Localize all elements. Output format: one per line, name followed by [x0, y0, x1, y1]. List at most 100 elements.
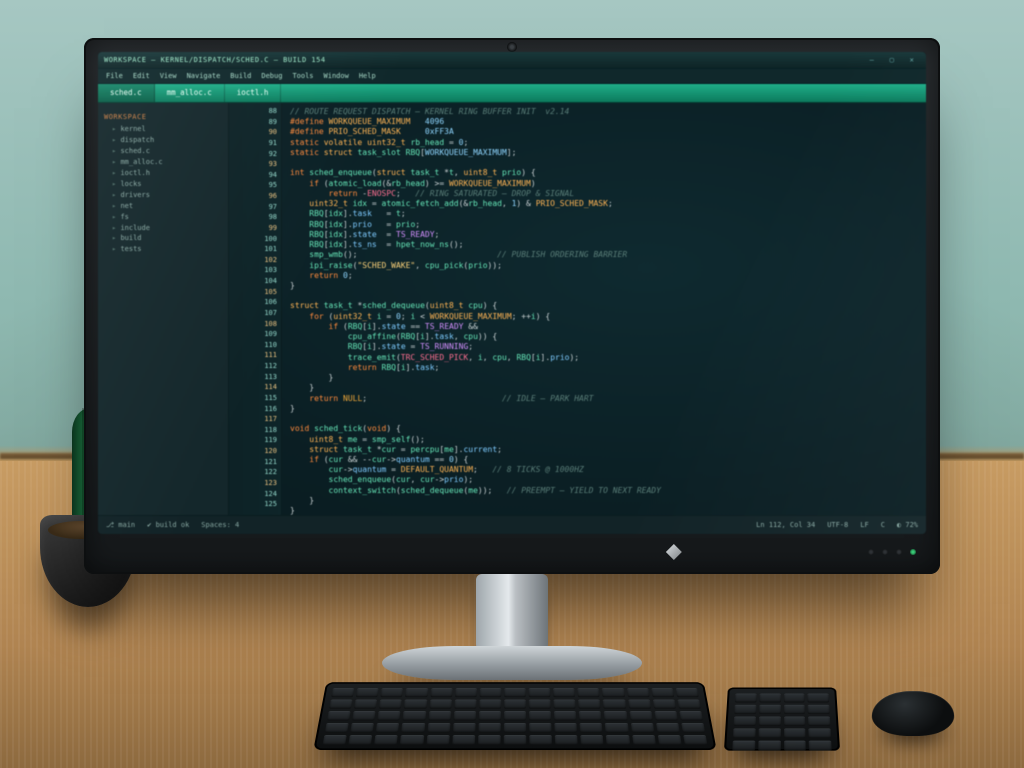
code-line[interactable]: RBQ[idx].prio = prio; [290, 220, 918, 230]
code-line[interactable]: } [290, 496, 918, 506]
code-line[interactable]: RBQ[idx].task = t; [290, 209, 918, 219]
sidebar-item[interactable]: dispatch [104, 135, 222, 146]
line-number: 113 [233, 373, 277, 384]
code-line[interactable] [290, 291, 918, 301]
code-line[interactable]: } [290, 506, 918, 515]
sidebar-item[interactable]: sched.c [104, 146, 222, 157]
code-line[interactable]: } [290, 383, 918, 393]
line-number: 109 [233, 330, 277, 341]
code-line[interactable]: } [290, 404, 918, 414]
sidebar-item[interactable]: build [104, 233, 222, 244]
code-line[interactable]: for (uint32_t i = 0; i < WORKQUEUE_MAXIM… [290, 312, 918, 322]
menu-item[interactable]: Help [359, 72, 376, 81]
code-line[interactable]: return 0; [290, 271, 918, 281]
code-area[interactable]: // ROUTE REQUEST DISPATCH — KERNEL RING … [282, 103, 926, 515]
line-number: 91 [233, 139, 277, 150]
code-line[interactable]: context_switch(sched_dequeue(me)); // PR… [290, 486, 918, 496]
code-line[interactable]: RBQ[idx].state = TS_READY; [290, 230, 918, 240]
status-item[interactable]: ◐ 72% [897, 521, 918, 530]
tab-strip[interactable]: sched.cmm_alloc.cioctl.h [98, 84, 926, 103]
code-line[interactable] [290, 414, 918, 424]
sidebar-item[interactable]: fs [104, 212, 222, 223]
window-control-button[interactable]: – [864, 56, 880, 65]
line-number: 97 [233, 203, 277, 214]
sidebar-item[interactable]: kernel [104, 124, 222, 135]
menu-bar[interactable]: File Edit View Navigate Build Debug Tools Windo… [98, 69, 926, 84]
status-item[interactable]: Ln 112, Col 34 [756, 521, 815, 530]
code-line[interactable]: trace_emit(TRC_SCHED_PICK, i, cpu, RBQ[i… [290, 353, 918, 363]
code-line[interactable]: return RBQ[i].task; [290, 363, 918, 373]
code-line[interactable] [290, 158, 918, 168]
line-number: 121 [233, 458, 277, 469]
window-control-button[interactable]: ▢ [884, 56, 900, 65]
code-line[interactable]: struct task_t *sched_dequeue(uint8_t cpu… [290, 301, 918, 311]
code-line[interactable]: #define PRIO_SCHED_MASK 0xFF3A [290, 127, 918, 137]
menu-item[interactable]: Tools [292, 72, 313, 81]
line-number: 103 [233, 266, 277, 277]
code-line[interactable]: sched_enqueue(cur, cur->prio); [290, 475, 918, 485]
code-editor[interactable]: 8889909192939495969798991001011021031041… [229, 103, 926, 515]
sidebar-item[interactable]: tests [104, 244, 222, 255]
window-controls[interactable]: –▢ ✕ [864, 56, 920, 65]
status-bar[interactable]: ⎇ main ✔ build ok Spaces: 4 Ln 112, Col 34… [98, 515, 926, 534]
code-line[interactable]: int sched_enqueue(struct task_t *t, uint… [290, 168, 918, 178]
status-item[interactable]: Spaces: 4 [201, 521, 239, 530]
sidebar-item[interactable]: mm_alloc.c [104, 157, 222, 168]
keyboard[interactable] [313, 682, 716, 750]
status-item[interactable]: ✔ build ok [147, 521, 189, 530]
numpad[interactable] [724, 688, 840, 751]
menu-item[interactable]: View [160, 72, 177, 81]
menu-item[interactable]: File [106, 72, 123, 81]
code-line[interactable]: cur->quantum = DEFAULT_QUANTUM; // 8 TIC… [290, 465, 918, 475]
code-line[interactable]: if (cur && --cur->quantum == 0) { [290, 455, 918, 465]
code-line[interactable]: RBQ[idx].ts_ns = hpet_now_ns(); [290, 240, 918, 250]
sidebar-item[interactable]: ioctl.h [104, 168, 222, 179]
code-line[interactable]: // ROUTE REQUEST DISPATCH — KERNEL RING … [290, 107, 918, 117]
code-line[interactable]: static struct task_slot RBQ[WORKQUEUE_MA… [290, 148, 918, 158]
mouse[interactable] [871, 691, 955, 736]
sidebar-item[interactable]: net [104, 201, 222, 212]
status-item[interactable]: LF [860, 521, 868, 530]
sidebar-item[interactable]: locks [104, 179, 222, 190]
monitor-chin [98, 540, 926, 564]
code-line[interactable]: uint32_t idx = atomic_fetch_add(&rb_head… [290, 199, 918, 209]
editor-tab[interactable]: sched.c [98, 84, 155, 102]
code-line[interactable]: if (RBQ[i].state == TS_READY && [290, 322, 918, 332]
status-item[interactable]: UTF-8 [827, 521, 848, 530]
menu-item[interactable]: Navigate [187, 72, 221, 81]
menu-item[interactable]: Edit [133, 72, 150, 81]
code-line[interactable]: void sched_tick(void) { [290, 424, 918, 434]
code-line[interactable]: smp_wmb(); // PUBLISH ORDERING BARRIER [290, 250, 918, 260]
code-line[interactable]: return -ENOSPC; // RING SATURATED — DROP… [290, 189, 918, 199]
window-titlebar[interactable]: WORKSPACE — KERNEL/DISPATCH/SCHED.C — BU… [98, 52, 926, 69]
monitor-stand-neck [476, 574, 548, 654]
line-number: 120 [233, 447, 277, 458]
line-number: 112 [233, 362, 277, 373]
sidebar-item[interactable]: include [104, 223, 222, 234]
code-line[interactable]: RBQ[i].state = TS_RUNNING; [290, 342, 918, 352]
editor-tab[interactable]: mm_alloc.c [155, 84, 225, 102]
sidebar-item[interactable]: drivers [104, 190, 222, 201]
code-line[interactable]: ipi_raise("SCHED_WAKE", cpu_pick(prio)); [290, 261, 918, 271]
code-line[interactable]: uint8_t me = smp_self(); [290, 435, 918, 445]
menu-item[interactable]: Debug [261, 72, 282, 81]
editor-tab[interactable]: ioctl.h [225, 84, 282, 102]
status-item[interactable]: ⎇ main [106, 521, 135, 530]
code-line[interactable]: static volatile uint32_t rb_head = 0; [290, 138, 918, 148]
line-number: 93 [233, 160, 277, 171]
line-number: 110 [233, 341, 277, 352]
menu-item[interactable]: Build [230, 72, 251, 81]
code-line[interactable]: } [290, 373, 918, 383]
explorer-sidebar[interactable]: WORKSPACE kerneldispatchsched.cmm_alloc.… [98, 103, 229, 515]
code-line[interactable]: struct task_t *cur = percpu[me].current; [290, 445, 918, 455]
desk-scene: WORKSPACE — KERNEL/DISPATCH/SCHED.C — BU… [0, 0, 1024, 768]
code-line[interactable]: cpu_affine(RBQ[i].task, cpu)) { [290, 332, 918, 342]
code-line[interactable]: if (atomic_load(&rb_head) >= WORKQUEUE_M… [290, 179, 918, 189]
code-line[interactable]: #define WORKQUEUE_MAXIMUM 4096 [290, 117, 918, 127]
status-item[interactable]: C [881, 521, 885, 530]
line-number: 115 [233, 394, 277, 405]
code-line[interactable]: return NULL; // IDLE — PARK HART [290, 394, 918, 404]
menu-item[interactable]: Window [324, 72, 349, 81]
code-line[interactable]: } [290, 281, 918, 291]
window-control-button[interactable]: ✕ [904, 56, 920, 65]
